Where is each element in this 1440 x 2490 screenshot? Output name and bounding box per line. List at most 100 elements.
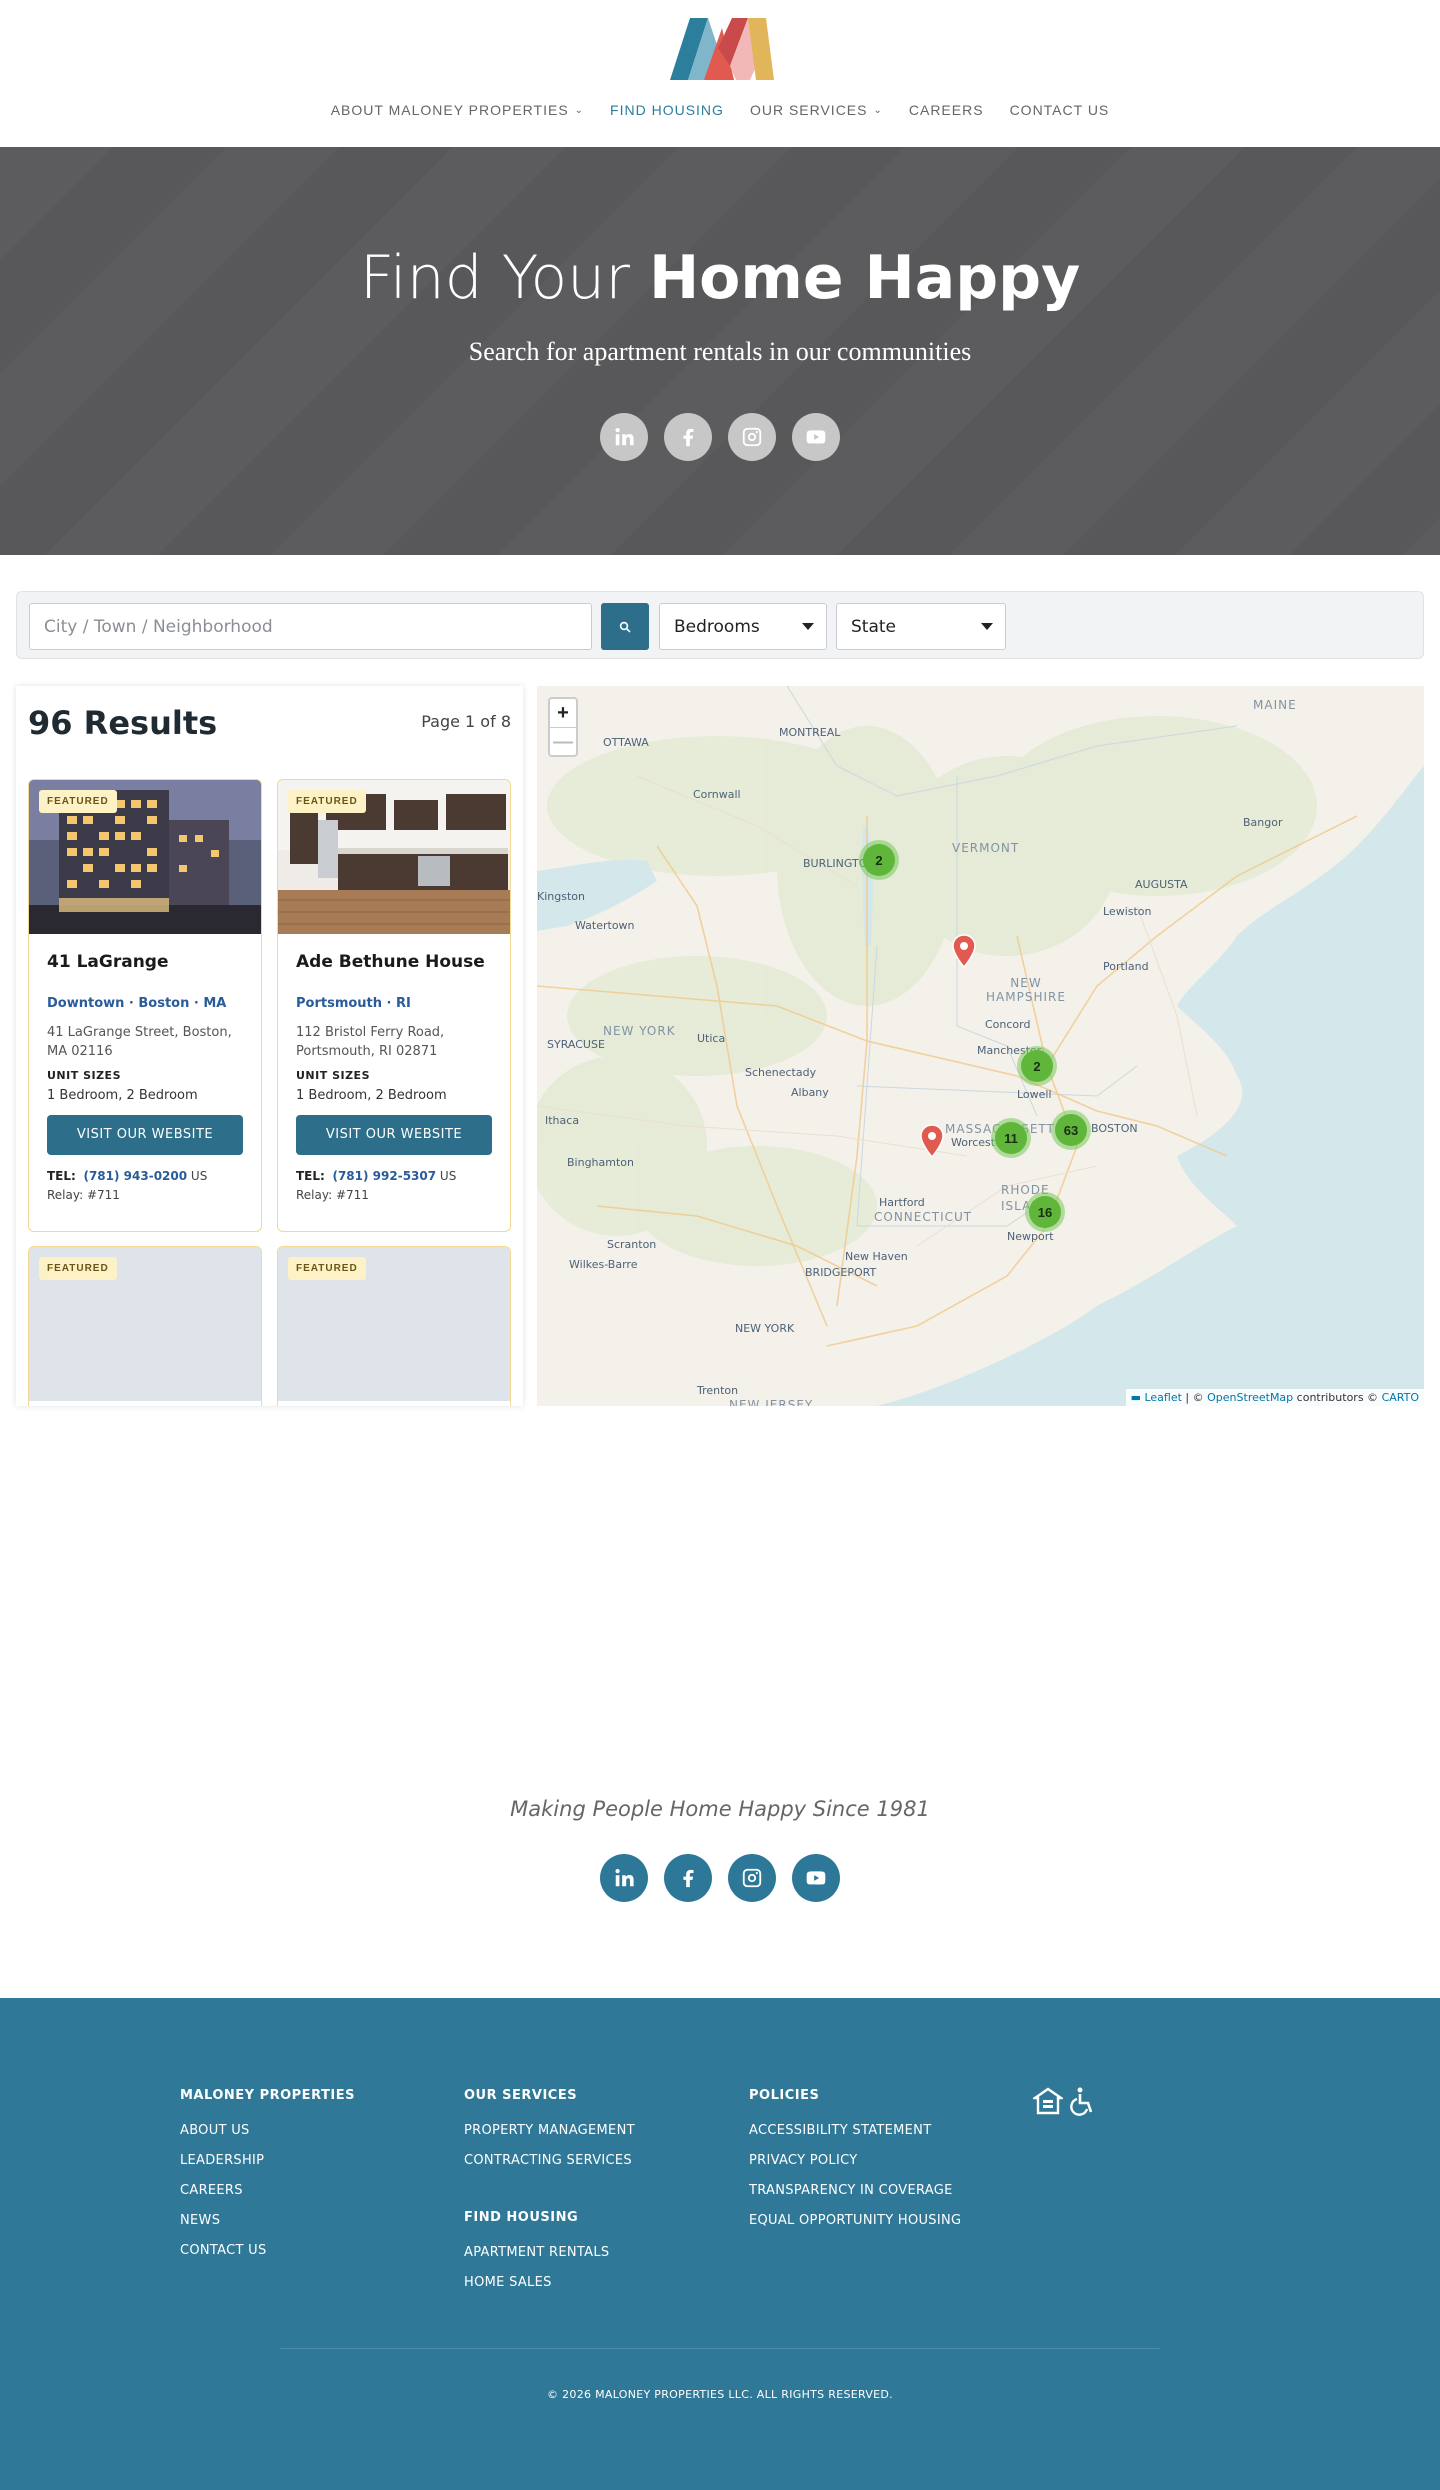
osm-link[interactable]: OpenStreetMap [1207,1391,1293,1404]
property-location: Downtown · Boston · MA [47,996,227,1011]
hero-banner: Find Your Home Happy Search for apartmen… [0,147,1440,555]
linkedin-icon[interactable] [600,413,648,461]
property-card[interactable]: FEATURED Ade Bethune House Portsmouth · … [277,779,511,1232]
property-phone: TEL: (781) 992-5307 US Relay: #711 [296,1167,492,1205]
carto-link[interactable]: CARTO [1382,1391,1419,1404]
map-label: Cornwall [693,788,741,801]
map-cluster-marker[interactable]: 11 [991,1118,1031,1158]
nav-careers[interactable]: CAREERS [896,102,997,118]
youtube-icon[interactable] [792,1854,840,1902]
map-label: New Haven [845,1250,908,1263]
facebook-icon[interactable] [664,1854,712,1902]
map-label: Binghamton [567,1156,634,1169]
property-photo-placeholder[interactable]: FEATURED [278,1247,510,1401]
hero-title-light: Find Your [359,243,630,313]
nav-contact-label: CONTACT US [1009,102,1110,118]
maloney-logo[interactable] [670,18,774,80]
property-photo[interactable]: FEATURED [29,780,261,934]
property-photo[interactable]: FEATURED [278,780,510,934]
footer-link-accessibility[interactable]: ACCESSIBILITY STATEMENT [749,2123,961,2138]
visit-website-button[interactable]: VISIT OUR WEBSITE [296,1115,492,1155]
tagline-social-links [0,1854,1440,1902]
tel-label: TEL: [47,1169,76,1183]
footer-heading: OUR SERVICES [464,2088,578,2103]
property-card[interactable]: FEATURED [277,1246,511,1406]
map-cluster-marker[interactable]: 63 [1051,1110,1091,1150]
linkedin-icon[interactable] [600,1854,648,1902]
map-label: Bangor [1243,816,1283,829]
map-pin-icon[interactable] [951,934,977,968]
instagram-icon[interactable] [728,1854,776,1902]
property-map[interactable]: MAINE OTTAWA MONTREAL Cornwall Kingston … [537,686,1424,1406]
footer-link-contracting[interactable]: CONTRACTING SERVICES [464,2153,635,2168]
footer-link-contact[interactable]: CONTACT US [180,2243,355,2258]
map-label: Wilkes-Barre [569,1258,638,1271]
state-select[interactable]: State [836,603,1006,650]
footer-link-news[interactable]: NEWS [180,2213,355,2228]
instagram-icon[interactable] [728,413,776,461]
property-title[interactable]: 41 LaGrange [47,952,243,972]
map-label: AUGUSTA [1135,878,1188,891]
map-cluster-marker[interactable]: 16 [1025,1192,1065,1232]
nav-find-housing[interactable]: FIND HOUSING [597,102,737,118]
nav-about[interactable]: ABOUT MALONEY PROPERTIES ⌄ [318,102,597,118]
leaflet-link[interactable]: Leaflet [1144,1391,1181,1404]
accessibility-icon [1070,2087,1093,2116]
property-card[interactable]: FEATURED 41 LaGrange Downtown · Boston ·… [28,779,262,1232]
cluster-count: 63 [1055,1114,1087,1146]
property-title[interactable]: Ade Bethune House [296,952,492,972]
property-phone: TEL: (781) 943-0200 US Relay: #711 [47,1167,243,1205]
footer-link-apartment-rentals[interactable]: APARTMENT RENTALS [464,2245,635,2260]
map-label: Scranton [607,1238,657,1251]
visit-website-button[interactable]: VISIT OUR WEBSITE [47,1115,243,1155]
map-label: Lewiston [1103,905,1152,918]
footer-link-leadership[interactable]: LEADERSHIP [180,2153,355,2168]
footer-col-policies: POLICIES ACCESSIBILITY STATEMENT PRIVACY… [749,2088,961,2243]
footer-link-equal-opportunity[interactable]: EQUAL OPPORTUNITY HOUSING [749,2213,961,2228]
cluster-count: 2 [1021,1050,1053,1082]
facebook-icon[interactable] [664,413,712,461]
site-footer: MALONEY PROPERTIES ABOUT US LEADERSHIP C… [0,1998,1440,2490]
results-count: 96 Results [28,704,218,742]
results-panel[interactable]: 96 Results Page 1 of 8 FEATURED 41 LaGra… [16,686,523,1406]
footer-link-careers[interactable]: CAREERS [180,2183,355,2198]
nav-find-housing-label: FIND HOUSING [610,102,724,118]
map-attribution: ▬ Leaflet | © OpenStreetMap contributors… [1125,1389,1424,1406]
footer-col-services: OUR SERVICES PROPERTY MANAGEMENT CONTRAC… [464,2088,635,2305]
footer-col-company: MALONEY PROPERTIES ABOUT US LEADERSHIP C… [180,2088,355,2273]
search-filter-bar: Bedrooms State [16,591,1424,659]
bedrooms-select-label: Bedrooms [674,616,760,637]
property-card[interactable]: FEATURED [28,1246,262,1406]
footer-link-property-management[interactable]: PROPERTY MANAGEMENT [464,2123,635,2138]
map-cluster-marker[interactable]: 2 [859,840,899,880]
search-icon [619,621,631,633]
phone-link[interactable]: (781) 943-0200 [83,1169,187,1183]
zoom-out-button[interactable]: — [550,727,576,755]
map-label: MONTREAL [779,726,841,739]
location-search-input[interactable] [29,603,592,650]
footer-link-home-sales[interactable]: HOME SALES [464,2275,635,2290]
nav-services[interactable]: OUR SERVICES ⌄ [737,102,896,118]
featured-badge: FEATURED [39,1257,117,1280]
zoom-in-button[interactable]: + [550,699,576,727]
footer-link-about[interactable]: ABOUT US [180,2123,355,2138]
unit-sizes-heading: UNIT SIZES [47,1069,121,1082]
map-cluster-marker[interactable]: 2 [1017,1046,1057,1086]
search-button[interactable] [601,603,649,650]
unit-sizes-value: 1 Bedroom, 2 Bedroom [47,1088,198,1103]
unit-sizes-value: 1 Bedroom, 2 Bedroom [296,1088,447,1103]
cluster-count: 16 [1029,1196,1061,1228]
map-label: VERMONT [952,841,1020,855]
map-label: Concord [985,1018,1031,1031]
youtube-icon[interactable] [792,413,840,461]
property-photo-placeholder[interactable]: FEATURED [29,1247,261,1401]
bedrooms-select[interactable]: Bedrooms [659,603,827,650]
zoom-control: + — [548,697,578,757]
main-nav: ABOUT MALONEY PROPERTIES ⌄ FIND HOUSING O… [0,102,1440,118]
copyright-text: © 2026 MALONEY PROPERTIES LLC. ALL RIGHT… [547,2388,893,2401]
footer-link-privacy[interactable]: PRIVACY POLICY [749,2153,961,2168]
footer-link-transparency[interactable]: TRANSPARENCY IN COVERAGE [749,2183,961,2198]
phone-link[interactable]: (781) 992-5307 [332,1169,436,1183]
map-pin-icon[interactable] [919,1124,945,1158]
nav-contact[interactable]: CONTACT US [997,102,1123,118]
